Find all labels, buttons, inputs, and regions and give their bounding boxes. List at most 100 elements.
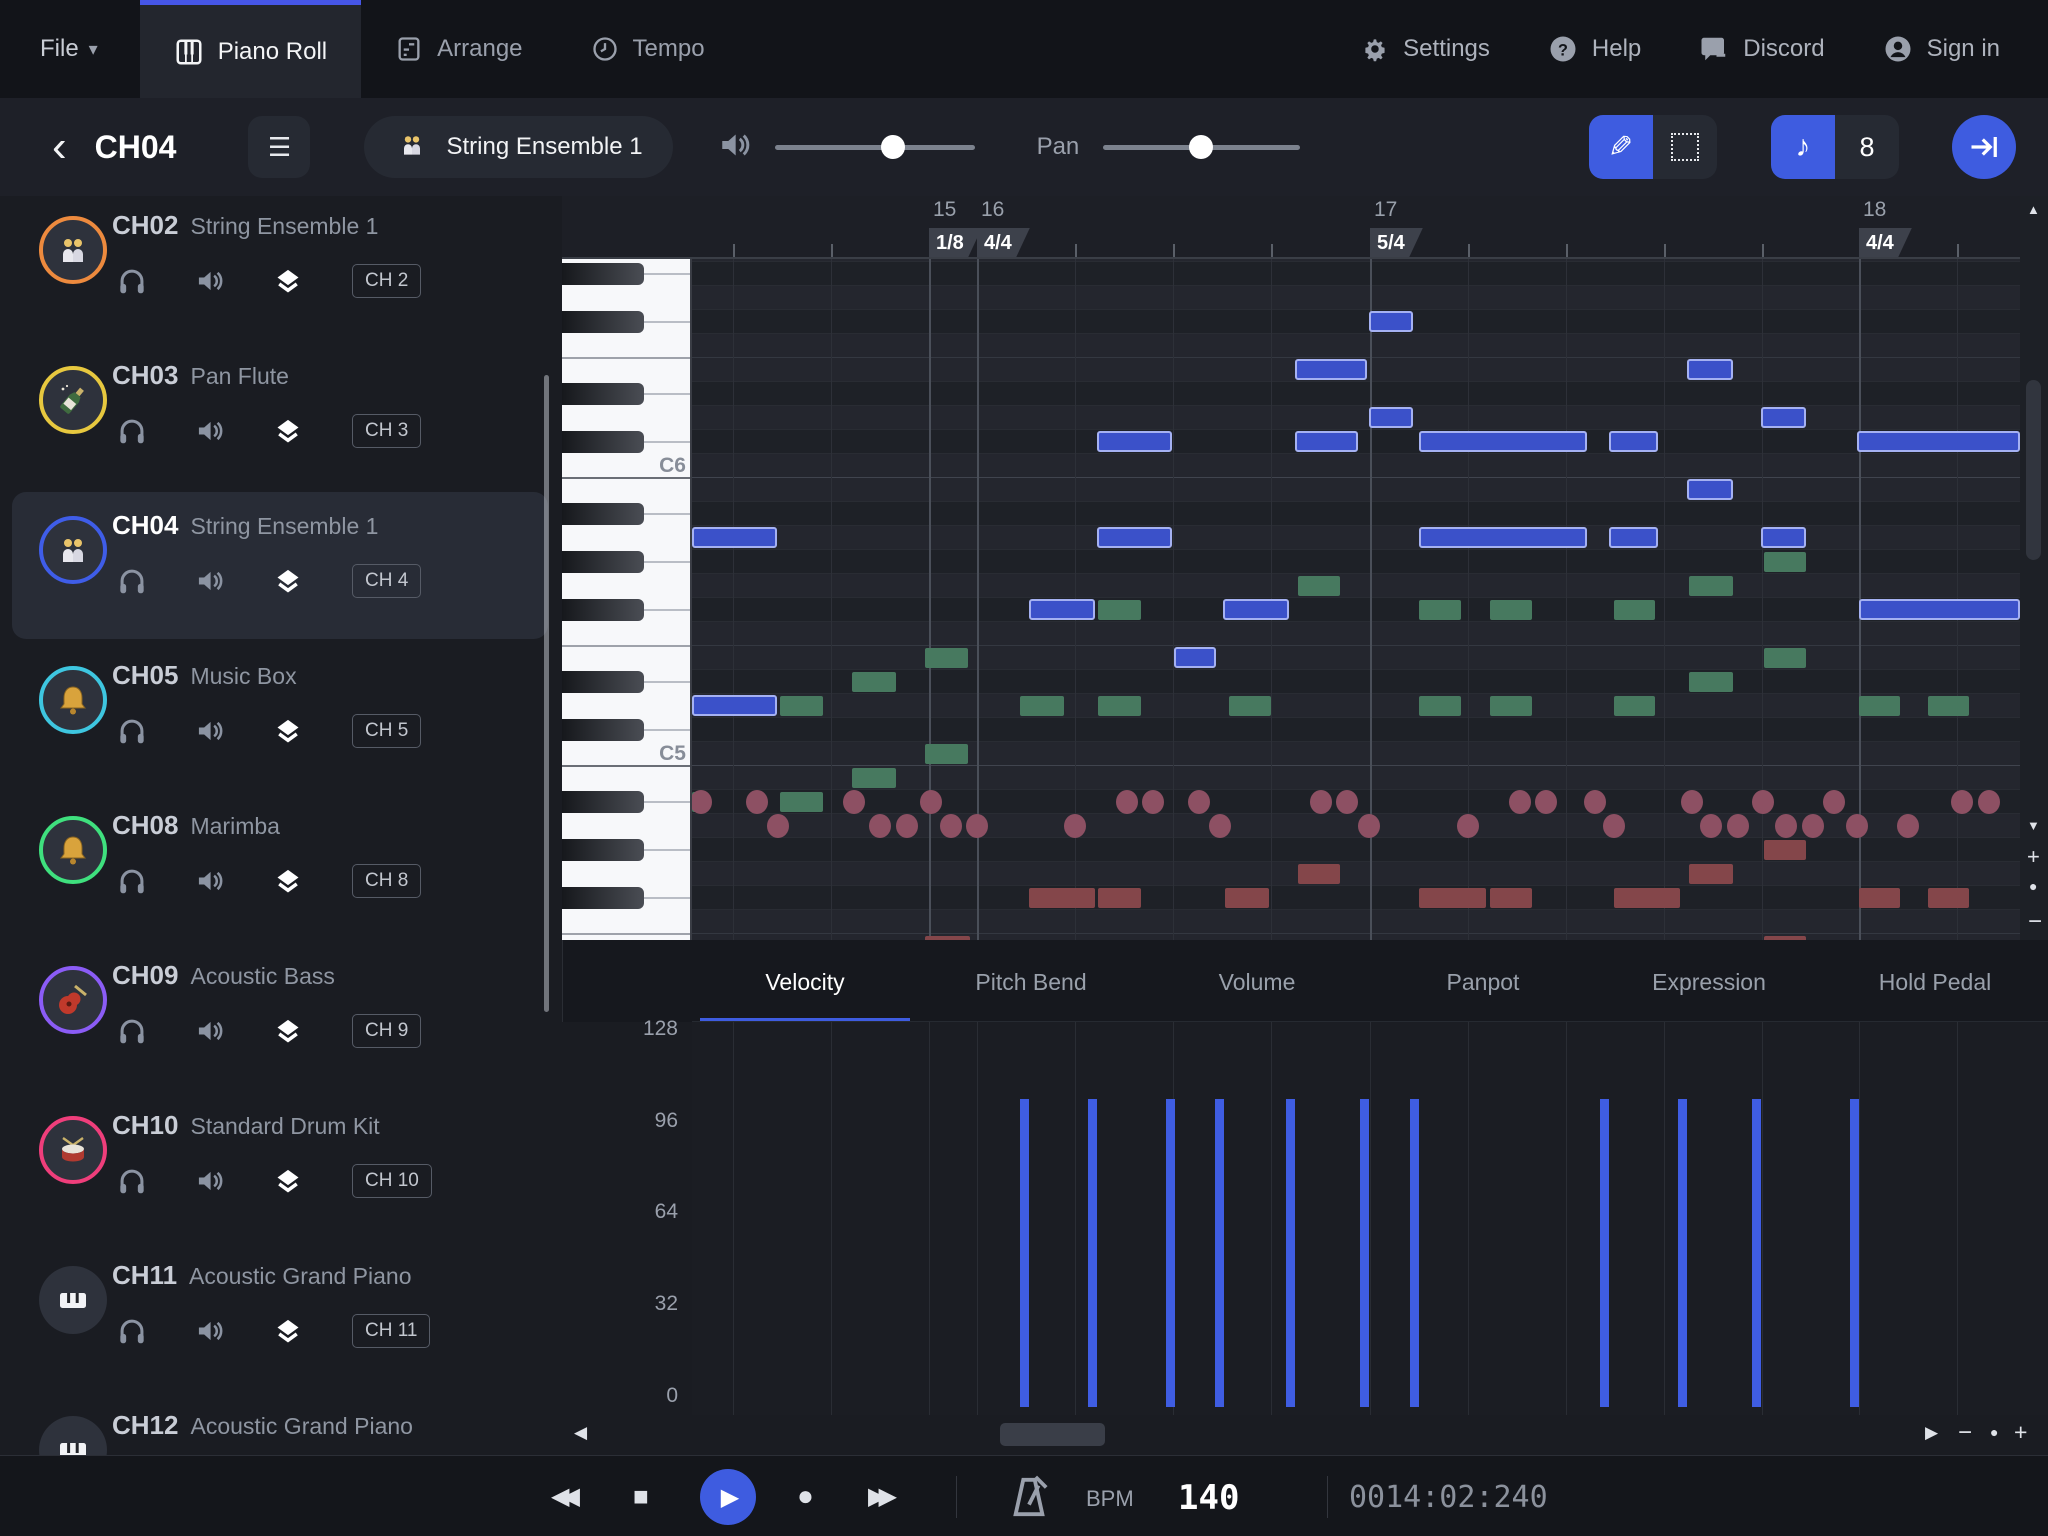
mute-speaker-icon[interactable] [196, 418, 224, 444]
note-ghost-maroon-G4[interactable] [1689, 864, 1733, 884]
note-selected-A5[interactable] [1419, 527, 1587, 548]
note-division-value[interactable]: 8 [1835, 115, 1899, 179]
timeline-ruler[interactable]: 151/8164/4175/4184/4 [562, 196, 2020, 259]
note-ghost-green-F#5[interactable] [1490, 600, 1532, 620]
note-selected-B5[interactable] [1687, 479, 1733, 500]
scroll-down-icon[interactable]: ▼ [2027, 818, 2040, 833]
note-ghost-green-G5[interactable] [1298, 576, 1340, 596]
track-row-ch04[interactable]: CH04String Ensemble 1CH 4 [12, 492, 548, 639]
note-ghost-maroon-F#4[interactable] [1419, 888, 1486, 908]
mute-speaker-icon[interactable] [196, 1168, 224, 1194]
velocity-bar[interactable] [1678, 1099, 1687, 1407]
black-key-F#5[interactable] [562, 599, 644, 621]
note-ghost-green-D5[interactable] [1928, 696, 1969, 716]
velocity-graph[interactable] [692, 1022, 2048, 1415]
drum-note-A#4[interactable] [1142, 790, 1164, 814]
controller-tab-hold-pedal[interactable]: Hold Pedal [1822, 945, 2048, 1021]
volume-slider[interactable] [775, 145, 975, 150]
mute-speaker-icon[interactable] [196, 268, 224, 294]
mute-speaker-icon[interactable] [196, 568, 224, 594]
velocity-bar[interactable] [1215, 1099, 1224, 1407]
velocity-bar[interactable] [1752, 1099, 1761, 1407]
note-ghost-green-D#5[interactable] [1689, 672, 1733, 692]
note-duration-button[interactable]: ♪ [1771, 115, 1835, 179]
note-selected-D5[interactable] [692, 695, 777, 716]
drum-note-A4[interactable] [1775, 814, 1797, 838]
track-row-ch05[interactable]: CH05Music BoxCH 5 [12, 642, 548, 789]
drum-note-A4[interactable] [1457, 814, 1479, 838]
note-ghost-green-D5[interactable] [1490, 696, 1532, 716]
note-selected-F#5[interactable] [1223, 599, 1289, 620]
black-key-G#4[interactable] [562, 839, 644, 861]
note-selected-F#5[interactable] [1859, 599, 2020, 620]
note-ghost-green-D5[interactable] [780, 696, 823, 716]
black-key-F#4[interactable] [562, 887, 644, 909]
menu-discord[interactable]: Discord [1699, 34, 1824, 64]
pan-slider-knob[interactable] [1189, 135, 1213, 159]
drum-note-A#4[interactable] [1116, 790, 1138, 814]
track-avatar[interactable] [39, 816, 107, 884]
metronome-icon[interactable] [1008, 1473, 1050, 1521]
note-selected-D6[interactable] [1369, 407, 1413, 428]
solo-headphones-icon[interactable] [118, 1318, 146, 1344]
note-selected-E6[interactable] [1295, 359, 1367, 380]
time-signature-badge[interactable]: 4/4 [1859, 228, 1912, 258]
file-menu[interactable]: File ▾ [40, 35, 98, 63]
horizontal-scrollbar[interactable]: ◀ ▶ − ● + [562, 1415, 2048, 1455]
rewind-button[interactable]: ◀◀ [551, 1482, 572, 1511]
scroll-up-icon[interactable]: ▲ [2027, 202, 2040, 217]
mute-speaker-icon[interactable] [196, 718, 224, 744]
selection-tool-button[interactable] [1653, 115, 1717, 179]
note-grid[interactable] [692, 259, 2020, 940]
drum-note-A4[interactable] [1358, 814, 1380, 838]
note-selected-F#5[interactable] [1029, 599, 1095, 620]
solo-headphones-icon[interactable] [118, 1018, 146, 1044]
note-ghost-green-F#5[interactable] [1098, 600, 1141, 620]
controller-tab-velocity[interactable]: Velocity [692, 945, 918, 1021]
controller-tab-volume[interactable]: Volume [1144, 945, 1370, 1021]
drum-note-A#4[interactable] [1752, 790, 1774, 814]
pan-slider[interactable] [1103, 145, 1300, 150]
track-avatar[interactable] [39, 966, 107, 1034]
note-selected-F#6[interactable] [1369, 311, 1413, 332]
note-ghost-maroon-F#4[interactable] [1928, 888, 1969, 908]
controller-tab-pitch-bend[interactable]: Pitch Bend [918, 945, 1144, 1021]
play-button[interactable]: ▶ [700, 1469, 756, 1525]
note-ghost-maroon-F#4[interactable] [1029, 888, 1095, 908]
note-ghost-green-B4[interactable] [852, 768, 896, 788]
drum-note-A#4[interactable] [1535, 790, 1557, 814]
drum-note-A#4[interactable] [1951, 790, 1973, 814]
velocity-bar[interactable] [1020, 1099, 1029, 1407]
note-selected-A5[interactable] [1761, 527, 1806, 548]
mute-speaker-icon[interactable] [196, 1018, 224, 1044]
note-ghost-maroon-F#4[interactable] [1490, 888, 1532, 908]
note-ghost-maroon-G#4[interactable] [1764, 840, 1806, 860]
drum-note-A4[interactable] [1700, 814, 1722, 838]
solo-headphones-icon[interactable] [118, 418, 146, 444]
note-selected-C#6[interactable] [1419, 431, 1587, 452]
controller-tab-panpot[interactable]: Panpot [1370, 945, 1596, 1021]
mute-speaker-icon[interactable] [196, 1318, 224, 1344]
note-ghost-green-C5[interactable] [925, 744, 968, 764]
layers-icon[interactable] [274, 1317, 302, 1345]
note-ghost-green-D5[interactable] [1020, 696, 1064, 716]
note-ghost-maroon-E4[interactable] [925, 936, 970, 940]
note-selected-E6[interactable] [1687, 359, 1733, 380]
drum-note-A4[interactable] [1846, 814, 1868, 838]
note-ghost-green-F#5[interactable] [1614, 600, 1655, 620]
zoom-in-vertical-icon[interactable]: + [2027, 844, 2040, 870]
scroll-left-icon[interactable]: ◀ [574, 1423, 587, 1443]
black-key-G#6[interactable] [562, 263, 644, 285]
black-key-D#6[interactable] [562, 383, 644, 405]
layers-icon[interactable] [274, 417, 302, 445]
drum-note-A4[interactable] [896, 814, 918, 838]
drum-note-A#4[interactable] [920, 790, 942, 814]
black-key-A#4[interactable] [562, 791, 644, 813]
record-button[interactable]: ● [797, 1480, 814, 1512]
track-avatar[interactable] [39, 666, 107, 734]
drum-note-A4[interactable] [1603, 814, 1625, 838]
drum-note-A4[interactable] [1727, 814, 1749, 838]
note-ghost-maroon-F#4[interactable] [1614, 888, 1680, 908]
note-ghost-green-D5[interactable] [1614, 696, 1655, 716]
note-ghost-green-D5[interactable] [1859, 696, 1900, 716]
